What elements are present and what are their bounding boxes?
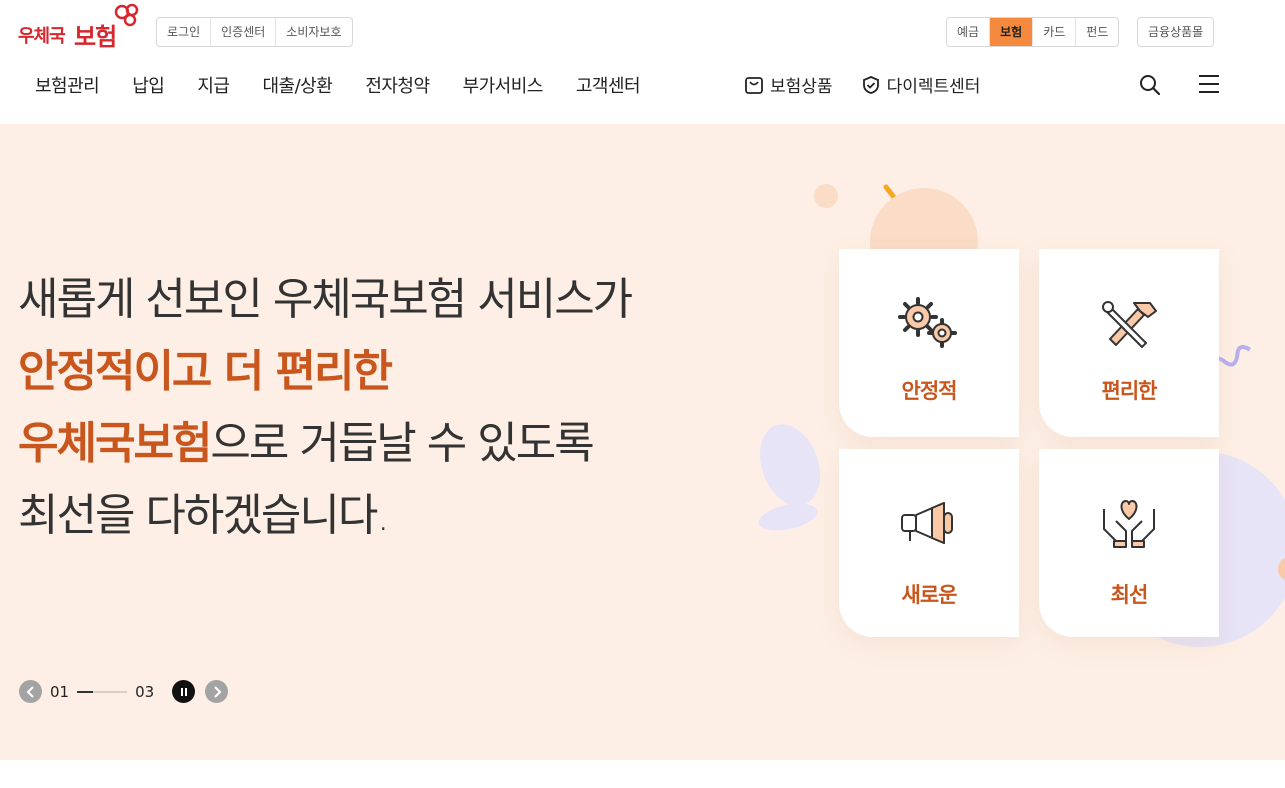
shield-check-icon — [862, 75, 879, 94]
current-slide: 01 — [50, 682, 70, 701]
logo-flower-icon — [114, 3, 139, 27]
chevron-left-icon — [26, 685, 34, 698]
site-logo[interactable]: 우체국 보험 — [18, 2, 144, 51]
hero-banner: 새롭게 선보인 우체국보험 서비스가 안정적이고 더 편리한 우체국보험으로 거… — [0, 124, 1285, 760]
feature-label-convenient: 편리한 — [1101, 379, 1158, 403]
nav-payment[interactable]: 납입 — [132, 72, 165, 98]
special-nav: 보험상품 다이렉트센터 — [744, 72, 1008, 97]
financial-mall: 금융상품몰 — [1137, 17, 1215, 47]
feature-card-stable[interactable]: 안정적 — [839, 249, 1019, 437]
nav-direct-center-label: 다이렉트센터 — [886, 77, 981, 97]
site-header: 우체국 보험 로그인 인증센터 소비자보호 예금 보험 카드 펀드 금융상품몰 … — [0, 0, 1285, 124]
site-tabs: 예금 보험 카드 펀드 — [946, 17, 1120, 47]
nav-direct-center[interactable]: 다이렉트센터 — [861, 72, 981, 97]
headline-line-3: 우체국보험으로 거듭날 수 있도록 — [18, 408, 738, 480]
tab-card[interactable]: 카드 — [1032, 18, 1075, 46]
feature-card-new[interactable]: 새로운 — [839, 449, 1019, 637]
nav-customer-center[interactable]: 고객센터 — [576, 72, 641, 98]
total-slides: 03 — [135, 682, 155, 701]
headline-line-3-rest: 으로 거듭날 수 있도록 — [210, 418, 594, 469]
consumer-protection-link[interactable]: 소비자보호 — [275, 18, 351, 46]
nav-insurance-management[interactable]: 보험관리 — [35, 72, 100, 98]
feature-card-best[interactable]: 최선 — [1039, 449, 1219, 637]
nav-insurance-products[interactable]: 보험상품 — [744, 72, 833, 97]
headline-line-4: 최선을 다하겠습니다. — [18, 490, 390, 541]
nav-loan-repayment[interactable]: 대출/상환 — [263, 72, 333, 98]
nav-e-subscription[interactable]: 전자청약 — [365, 72, 430, 98]
nav-insurance-products-label: 보험상품 — [770, 77, 833, 97]
shopping-bag-icon — [745, 76, 763, 94]
slide-progress — [77, 690, 128, 693]
headline-brand: 우체국보험 — [18, 418, 212, 469]
hero-headline: 새롭게 선보인 우체국보험 서비스가 안정적이고 더 편리한 우체국보험으로 거… — [18, 264, 738, 552]
prev-slide-button[interactable] — [19, 680, 42, 703]
headline-line-2: 안정적이고 더 편리한 — [18, 346, 393, 397]
next-slide-button[interactable] — [205, 680, 229, 703]
nav-claims[interactable]: 지급 — [197, 72, 230, 98]
chevron-right-icon — [213, 685, 222, 698]
feature-card-convenient[interactable]: 편리한 — [1039, 249, 1219, 437]
nav-extra-services[interactable]: 부가서비스 — [463, 72, 544, 98]
feature-label-new: 새로운 — [901, 583, 958, 607]
megaphone-icon — [901, 502, 953, 544]
financial-mall-button[interactable]: 금융상품몰 — [1138, 18, 1213, 46]
gears-icon — [898, 297, 957, 348]
tab-deposit[interactable]: 예금 — [947, 18, 989, 46]
tab-insurance[interactable]: 보험 — [989, 18, 1033, 46]
cert-center-link[interactable]: 인증센터 — [210, 18, 275, 46]
search-icon[interactable] — [1138, 73, 1162, 97]
logo-text-small: 우체국 — [18, 26, 66, 47]
logo-text-big: 보험 — [74, 23, 117, 51]
tools-icon — [1102, 301, 1157, 348]
heart-hands-icon — [1103, 500, 1155, 548]
login-link[interactable]: 로그인 — [157, 18, 210, 46]
feature-label-stable: 안정적 — [901, 379, 958, 403]
slide-pager: 01 03 — [19, 680, 229, 703]
feature-label-best: 최선 — [1110, 583, 1149, 607]
main-nav: 보험관리 납입 지급 대출/상환 전자청약 부가서비스 고객센터 — [35, 72, 673, 98]
pause-icon — [180, 687, 187, 696]
pause-button[interactable] — [172, 680, 196, 703]
utility-links: 로그인 인증센터 소비자보호 — [156, 17, 353, 47]
hamburger-menu-icon[interactable] — [1198, 74, 1220, 94]
tab-fund[interactable]: 펀드 — [1075, 18, 1118, 46]
headline-line-1: 새롭게 선보인 우체국보험 서비스가 — [18, 274, 633, 325]
